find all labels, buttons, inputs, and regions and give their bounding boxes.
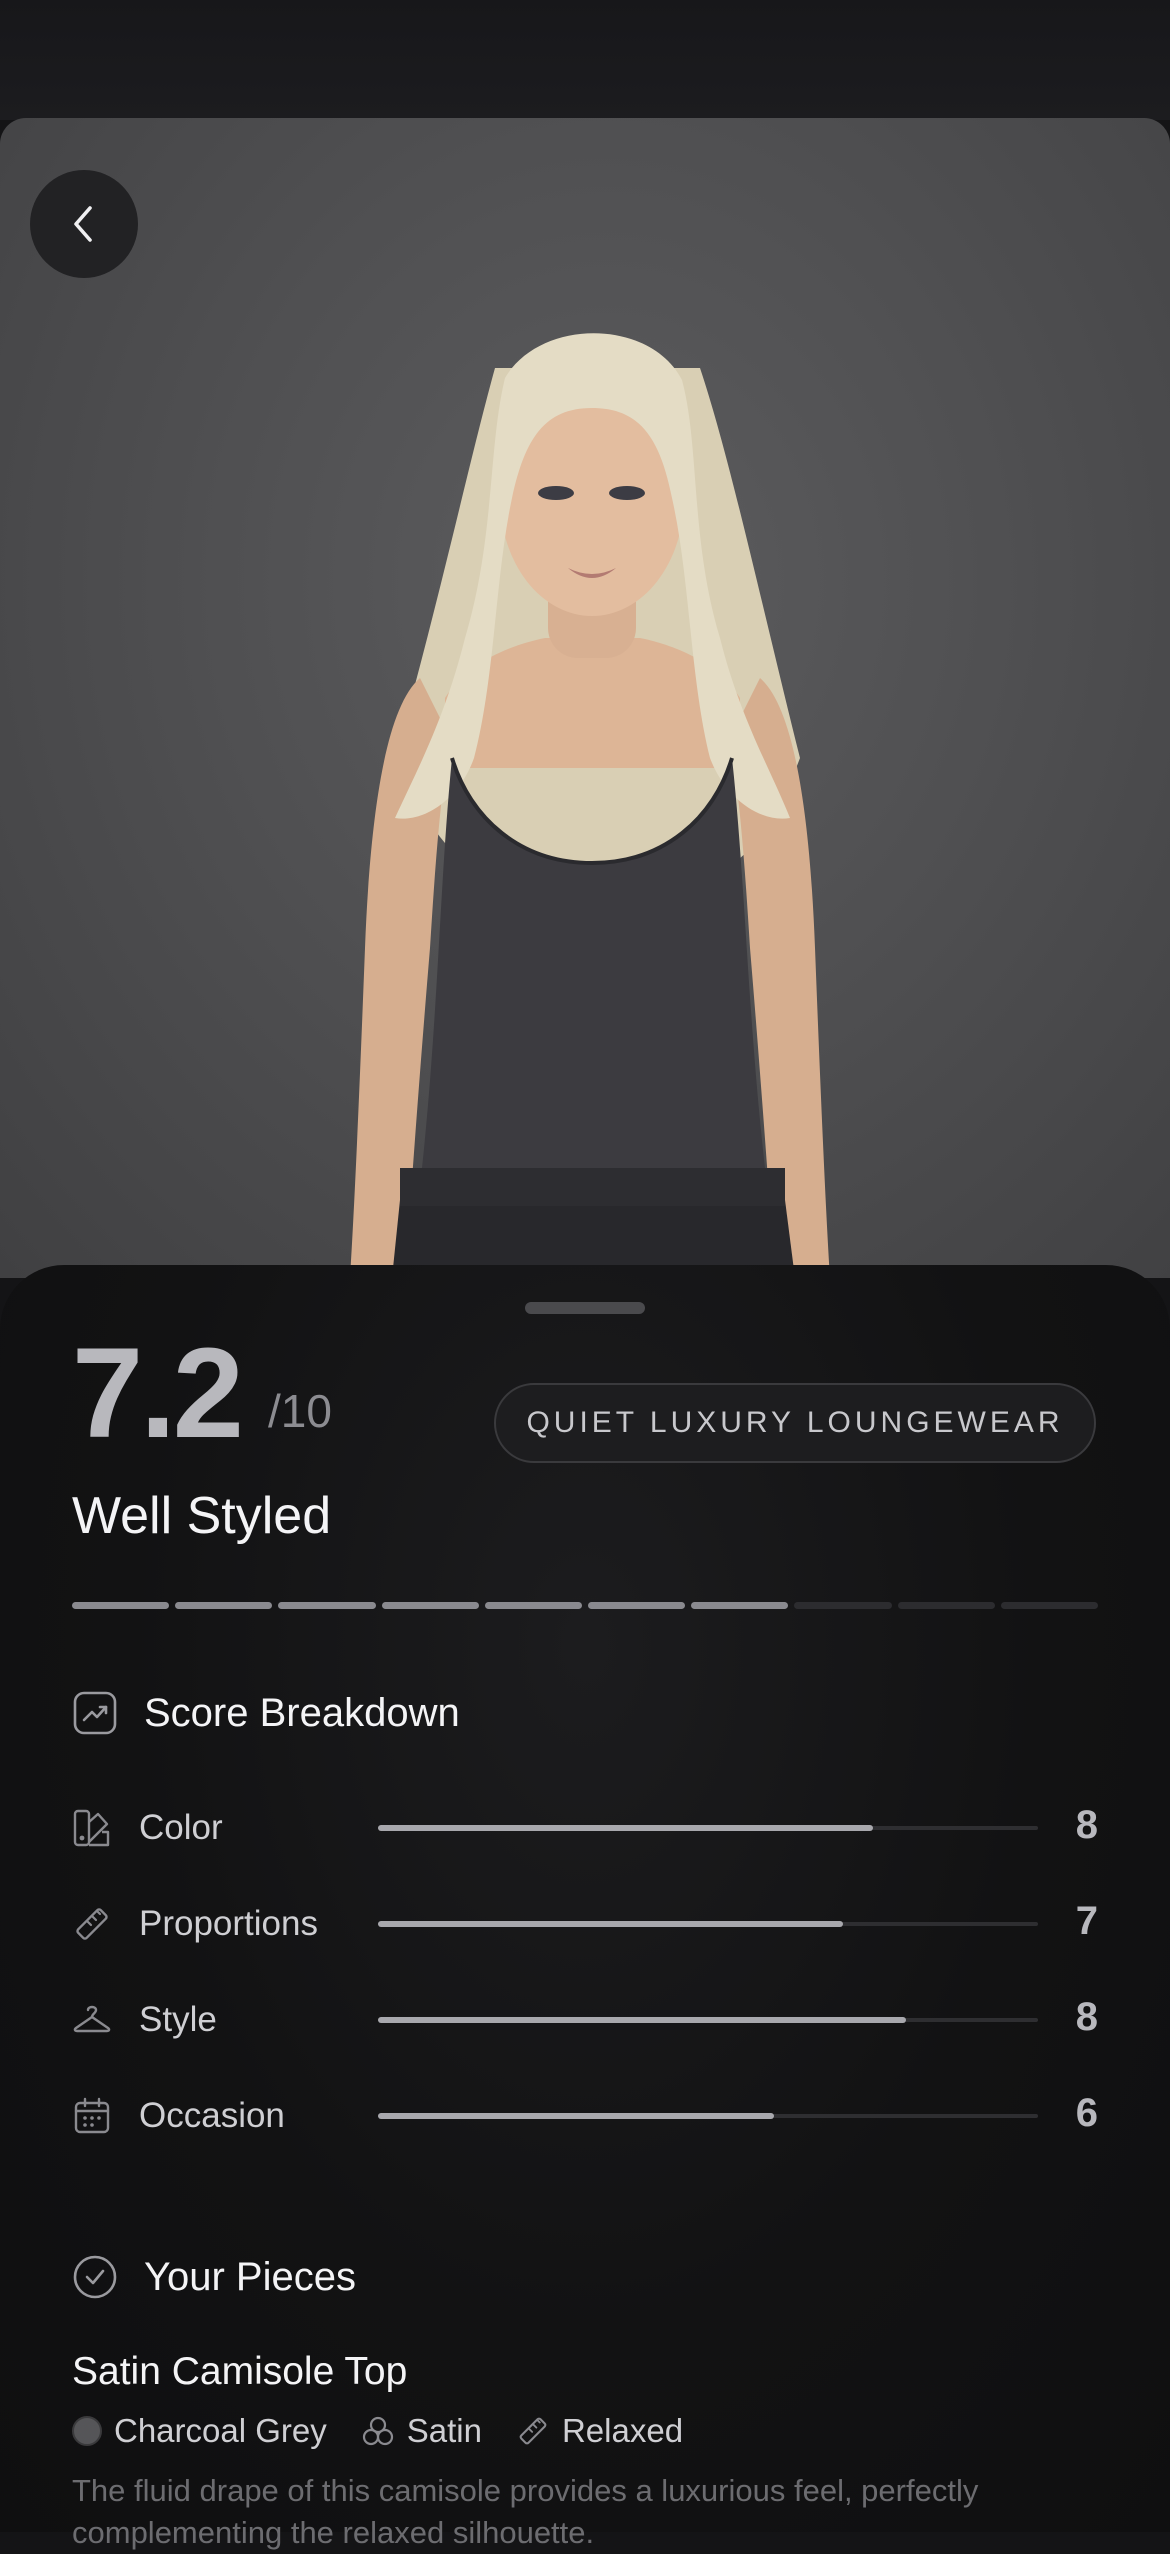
metric-value: 7 (1075, 1899, 1098, 1943)
model-figure-image (350, 333, 830, 1278)
piece-color-label: Charcoal Grey (114, 2412, 327, 2449)
trend-chart-icon (73, 1691, 117, 1735)
metric-value: 6 (1075, 2091, 1098, 2135)
piece-description: The fluid drape of this camisole provide… (72, 2473, 979, 2550)
outfit-photo (0, 118, 1170, 1278)
fabric-icon (362, 2416, 393, 2446)
metric-value: 8 (1075, 1803, 1098, 1847)
score-segment (278, 1602, 376, 1609)
score-progress-segments (72, 1602, 1099, 1610)
metric-fill (378, 1921, 844, 1927)
metric-row-color: Color 8 (72, 1798, 1098, 1858)
piece-color-attr: Charcoal Grey (72, 2412, 327, 2450)
metric-track (378, 1921, 1038, 1927)
metric-row-proportions: Proportions 7 (72, 1894, 1098, 1954)
palette-icon (73, 1809, 110, 1847)
color-swatch (72, 2416, 102, 2446)
metric-track (378, 1825, 1038, 1831)
ruler-icon (519, 2417, 547, 2445)
overall-score: 7.2 (72, 1322, 244, 1465)
check-circle-icon (73, 2255, 117, 2299)
metric-label: Occasion (139, 2096, 285, 2135)
piece-attributes: Charcoal Grey Satin Relaxed (72, 2412, 683, 2450)
score-segment (588, 1602, 686, 1609)
ruler-icon (76, 1908, 108, 1940)
metric-label: Style (139, 2000, 217, 2039)
metric-fill (378, 2113, 774, 2119)
piece-name[interactable]: Satin Camisole Top (72, 2350, 407, 2394)
hanger-icon (73, 2005, 111, 2033)
metric-label: Proportions (139, 1904, 318, 1943)
piece-fit-attr: Relaxed (516, 2412, 683, 2450)
score-segment (897, 1602, 995, 1609)
metric-row-occasion: Occasion 6 (72, 2086, 1098, 2146)
style-tag-pill[interactable]: QUIET LUXURY LOUNGEWEAR (494, 1383, 1096, 1463)
metric-fill (378, 1825, 873, 1831)
score-segment (175, 1602, 273, 1609)
metric-label: Color (139, 1808, 223, 1847)
score-max: /10 (268, 1385, 332, 1437)
score-segment (381, 1602, 479, 1609)
your-pieces-header: Your Pieces (72, 2254, 356, 2300)
status-bar (0, 0, 1170, 120)
calendar-icon (74, 2097, 110, 2134)
your-pieces-title: Your Pieces (144, 2254, 356, 2299)
metric-value: 8 (1075, 1995, 1098, 2039)
score-segment (72, 1602, 170, 1609)
metric-fill (378, 2017, 906, 2023)
rating-label: Well Styled (72, 1487, 332, 1545)
metric-track (378, 2017, 1038, 2023)
score-breakdown-title: Score Breakdown (144, 1690, 460, 1735)
score-segment (1000, 1602, 1099, 1609)
metric-track (378, 2113, 1038, 2119)
sheet-grabber[interactable] (525, 1302, 645, 1314)
score-segment (794, 1602, 892, 1609)
metric-row-style: Style 8 (72, 1990, 1098, 2050)
piece-fabric-label: Satin (406, 2412, 482, 2449)
score-breakdown-header: Score Breakdown (72, 1690, 460, 1736)
piece-fabric-attr: Satin (361, 2412, 482, 2450)
back-button[interactable] (30, 170, 138, 278)
score-segment (484, 1602, 583, 1609)
chevron-left-icon (74, 206, 92, 242)
score-segment (691, 1602, 789, 1609)
piece-fit-label: Relaxed (561, 2412, 684, 2449)
